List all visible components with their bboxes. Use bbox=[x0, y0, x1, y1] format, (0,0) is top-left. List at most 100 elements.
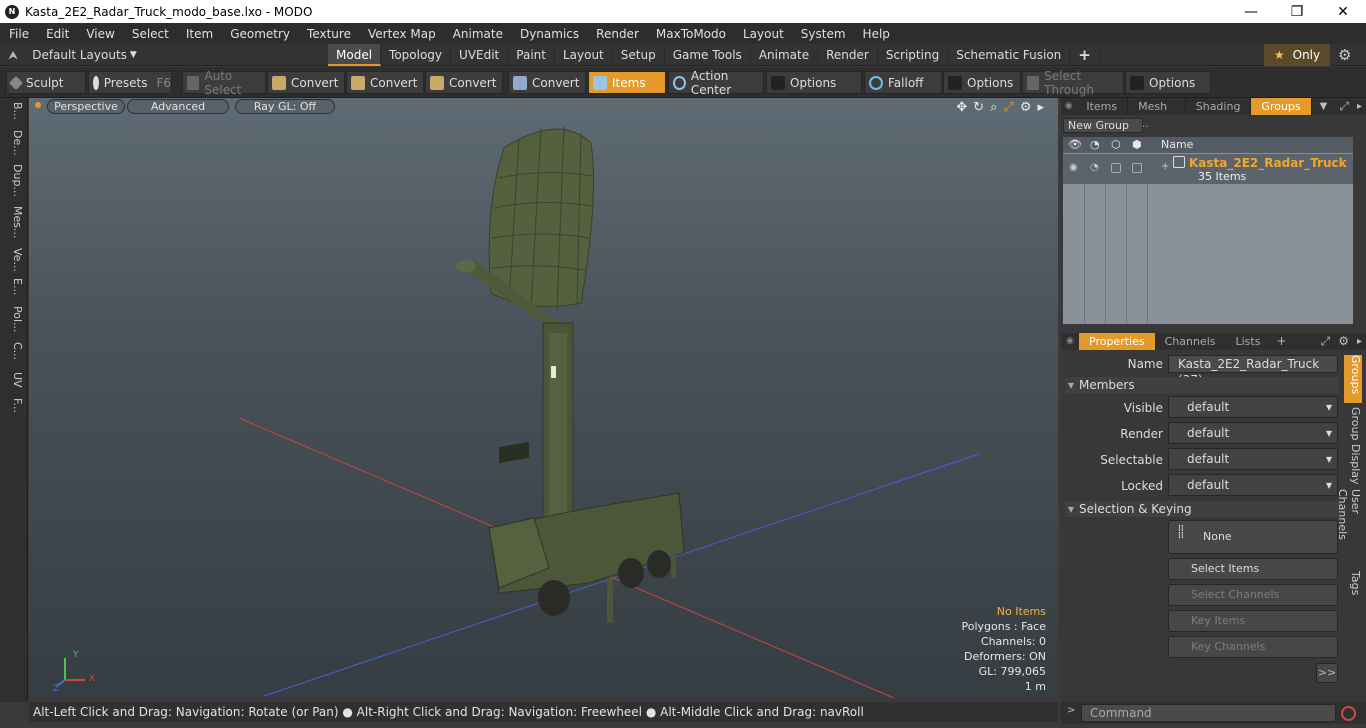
left-tab-fusion[interactable]: F... bbox=[4, 398, 24, 413]
tab-schematic-fusion[interactable]: Schematic Fusion bbox=[948, 44, 1071, 66]
layout-collapse-icon[interactable]: ⮝ bbox=[8, 48, 18, 63]
side-tab-user-channels[interactable]: User Channels bbox=[1336, 489, 1362, 567]
3d-viewport[interactable]: Perspective Advanced Ray GL: Off ✥ ↻ ⌕ ⤢… bbox=[29, 98, 1058, 698]
items-button[interactable]: Items bbox=[588, 71, 666, 94]
add-tab-icon[interactable]: + bbox=[1270, 333, 1292, 350]
left-tab-curve[interactable]: C... bbox=[4, 342, 24, 360]
tab-render[interactable]: Render bbox=[818, 44, 878, 66]
gear-icon[interactable]: ⚙ bbox=[1334, 333, 1353, 350]
side-tab-group-display[interactable]: Group Display bbox=[1344, 407, 1362, 487]
panel-expand-icon[interactable]: ⤢ bbox=[1317, 333, 1335, 350]
panel-menu-dot[interactable]: ◉ bbox=[1061, 98, 1076, 115]
menu-select[interactable]: Select bbox=[123, 27, 177, 41]
selection-keying-section[interactable]: Selection & Keying bbox=[1065, 501, 1339, 517]
tab-lists[interactable]: Lists bbox=[1226, 333, 1271, 350]
render-icon[interactable]: ◔ bbox=[1090, 138, 1100, 151]
menu-item[interactable]: Item bbox=[177, 27, 221, 41]
tab-scripting[interactable]: Scripting bbox=[878, 44, 949, 66]
left-tab-vertex[interactable]: Ve... bbox=[4, 248, 24, 272]
select-through-button[interactable]: Select Through bbox=[1022, 69, 1124, 97]
tab-paint[interactable]: Paint bbox=[508, 44, 555, 66]
render-dropdown[interactable]: default bbox=[1168, 422, 1338, 444]
tab-channels[interactable]: Channels bbox=[1155, 333, 1226, 350]
panel-arrow-icon[interactable]: ▸ bbox=[1353, 333, 1366, 350]
convert-button-3[interactable]: Convert bbox=[425, 71, 503, 94]
panel-menu-dot[interactable]: ◉ bbox=[1061, 333, 1079, 350]
row-select-checkbox[interactable] bbox=[1111, 163, 1121, 173]
sculpt-button[interactable]: Sculpt bbox=[6, 71, 86, 94]
expand-plus-icon[interactable]: + bbox=[1161, 161, 1169, 172]
group-list[interactable]: 👁 ◔ ⬡ ⬢ Name ◉ ◔ + Kasta_2E2_Radar_Truck… bbox=[1063, 137, 1353, 324]
menu-maxtomodo[interactable]: MaxToModo bbox=[647, 27, 734, 41]
tab-items[interactable]: Items bbox=[1076, 98, 1129, 115]
new-group-button[interactable]: New Group bbox=[1063, 118, 1143, 133]
options-button-3[interactable]: Options bbox=[1125, 71, 1211, 94]
menu-file[interactable]: File bbox=[0, 27, 37, 41]
tab-properties[interactable]: Properties bbox=[1079, 333, 1155, 350]
expand-arrow-icon[interactable]: ▸ bbox=[1037, 100, 1044, 115]
locked-dropdown[interactable]: default bbox=[1168, 474, 1338, 496]
menu-layout[interactable]: Layout bbox=[734, 27, 792, 41]
menu-dynamics[interactable]: Dynamics bbox=[511, 27, 587, 41]
add-tab-button[interactable]: + bbox=[1070, 44, 1100, 66]
left-tab-mesh-edit[interactable]: Mes... bbox=[4, 206, 24, 238]
side-tab-tags[interactable]: Tags bbox=[1344, 571, 1362, 603]
viewport-menu-dot[interactable] bbox=[35, 102, 41, 108]
menu-view[interactable]: View bbox=[77, 27, 122, 41]
row-lock-checkbox[interactable] bbox=[1132, 163, 1142, 173]
panel-arrow-icon[interactable]: ▸ bbox=[1353, 98, 1366, 115]
left-tab-uv[interactable]: UV bbox=[4, 372, 24, 388]
menu-system[interactable]: System bbox=[792, 27, 854, 41]
none-button[interactable]: ⁞⁞ ⁞⁞ None bbox=[1168, 520, 1338, 554]
lock-cube-icon[interactable]: ⬢ bbox=[1132, 138, 1142, 151]
gear-icon[interactable]: ⚙ bbox=[1338, 46, 1351, 64]
close-button[interactable]: ✕ bbox=[1320, 4, 1366, 20]
layout-preset-dropdown[interactable]: ⮝ Default Layouts ▼ bbox=[8, 44, 137, 66]
options-button-1[interactable]: Options bbox=[766, 71, 862, 94]
tab-shading[interactable]: Shading bbox=[1186, 98, 1252, 115]
tab-uvedit[interactable]: UVEdit bbox=[451, 44, 509, 66]
select-items-button[interactable]: Select Items bbox=[1168, 558, 1338, 580]
view-mode-button[interactable]: Perspective bbox=[47, 99, 125, 114]
move-icon[interactable]: ✥ bbox=[956, 100, 967, 115]
options-button-2[interactable]: Options bbox=[943, 71, 1021, 94]
record-icon[interactable] bbox=[1341, 706, 1356, 721]
tab-model[interactable]: Model bbox=[328, 44, 382, 66]
raygl-button[interactable]: Ray GL: Off bbox=[235, 99, 335, 114]
fit-icon[interactable]: ⤢ bbox=[1003, 100, 1013, 115]
restore-button[interactable]: ❐ bbox=[1274, 4, 1320, 20]
minimize-button[interactable]: — bbox=[1228, 4, 1274, 20]
presets-button[interactable]: Presets F6 bbox=[88, 71, 172, 94]
tab-setup[interactable]: Setup bbox=[613, 44, 665, 66]
rotate-icon[interactable]: ↻ bbox=[973, 100, 984, 115]
panel-expand-icon[interactable]: ⤢ bbox=[1335, 98, 1353, 115]
visibility-eye-icon[interactable]: 👁 bbox=[1068, 138, 1082, 151]
auto-select-button[interactable]: Auto Select bbox=[182, 69, 266, 97]
menu-vertex-map[interactable]: Vertex Map bbox=[359, 27, 444, 41]
group-row[interactable]: ◉ ◔ + Kasta_2E2_Radar_Truck 35 Items bbox=[1063, 154, 1353, 184]
tab-mesh[interactable]: Mesh ... bbox=[1128, 98, 1186, 130]
shading-mode-button[interactable]: Advanced bbox=[127, 99, 229, 114]
tab-layout[interactable]: Layout bbox=[555, 44, 613, 66]
row-visibility-icon[interactable]: ◉ bbox=[1069, 162, 1078, 173]
menu-geometry[interactable]: Geometry bbox=[221, 27, 298, 41]
row-render-icon[interactable]: ◔ bbox=[1090, 162, 1099, 173]
command-input[interactable]: Command bbox=[1081, 704, 1336, 722]
convert-button-1[interactable]: Convert bbox=[267, 71, 345, 94]
left-tab-duplicate[interactable]: Dup... bbox=[4, 164, 24, 197]
command-expand-icon[interactable]: > bbox=[1067, 705, 1075, 716]
left-tab-deform[interactable]: De... bbox=[4, 130, 24, 156]
convert-button-4[interactable]: Convert bbox=[508, 71, 586, 94]
tab-topology[interactable]: Topology bbox=[381, 44, 452, 66]
only-toggle[interactable]: ★ Only bbox=[1264, 44, 1330, 66]
more-button[interactable]: >> bbox=[1316, 663, 1338, 683]
action-center-button[interactable]: Action Center bbox=[668, 69, 764, 97]
menu-animate[interactable]: Animate bbox=[444, 27, 511, 41]
side-tab-groups[interactable]: Groups bbox=[1344, 355, 1362, 403]
select-cube-icon[interactable]: ⬡ bbox=[1111, 138, 1121, 151]
tab-groups[interactable]: Groups bbox=[1251, 98, 1312, 115]
tabs-dropdown-icon[interactable]: ▼ bbox=[1312, 98, 1336, 115]
left-tab-basic[interactable]: B... bbox=[4, 102, 24, 120]
key-channels-button[interactable]: Key Channels bbox=[1168, 636, 1338, 658]
tab-game-tools[interactable]: Game Tools bbox=[665, 44, 751, 66]
